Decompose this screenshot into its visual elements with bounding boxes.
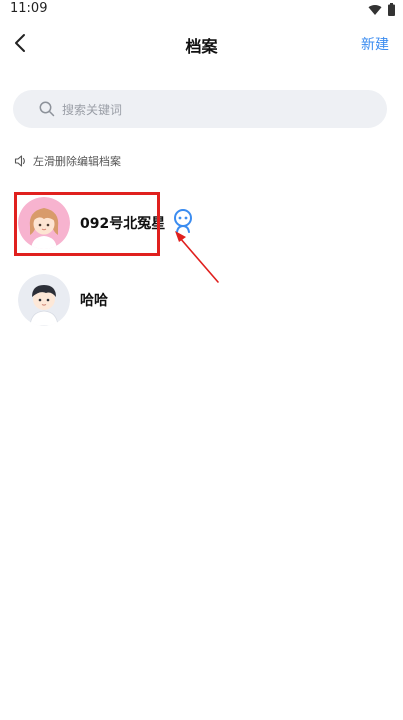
speaker-icon (14, 155, 25, 167)
nav-bar: 档案 新建 (0, 22, 403, 66)
wifi-icon (368, 4, 382, 15)
search-input[interactable] (60, 90, 364, 130)
search-icon (39, 101, 55, 117)
battery-icon (388, 3, 395, 16)
arrow-annotation-icon (175, 231, 219, 283)
boy-avatar-icon (18, 274, 70, 326)
avatar (18, 274, 70, 326)
highlight-box (14, 192, 160, 256)
status-bar: 11:09 (0, 0, 403, 22)
profile-name: 哈哈 (80, 293, 108, 309)
status-time: 11:09 (10, 1, 48, 16)
search-bar[interactable] (13, 90, 387, 130)
page-title: 档案 (185, 37, 218, 56)
hint-row: 左滑删除编辑档案 (14, 152, 121, 170)
new-button[interactable]: 新建 (361, 34, 389, 54)
hint-text: 左滑删除编辑档案 (33, 155, 121, 168)
status-icons (368, 3, 395, 16)
